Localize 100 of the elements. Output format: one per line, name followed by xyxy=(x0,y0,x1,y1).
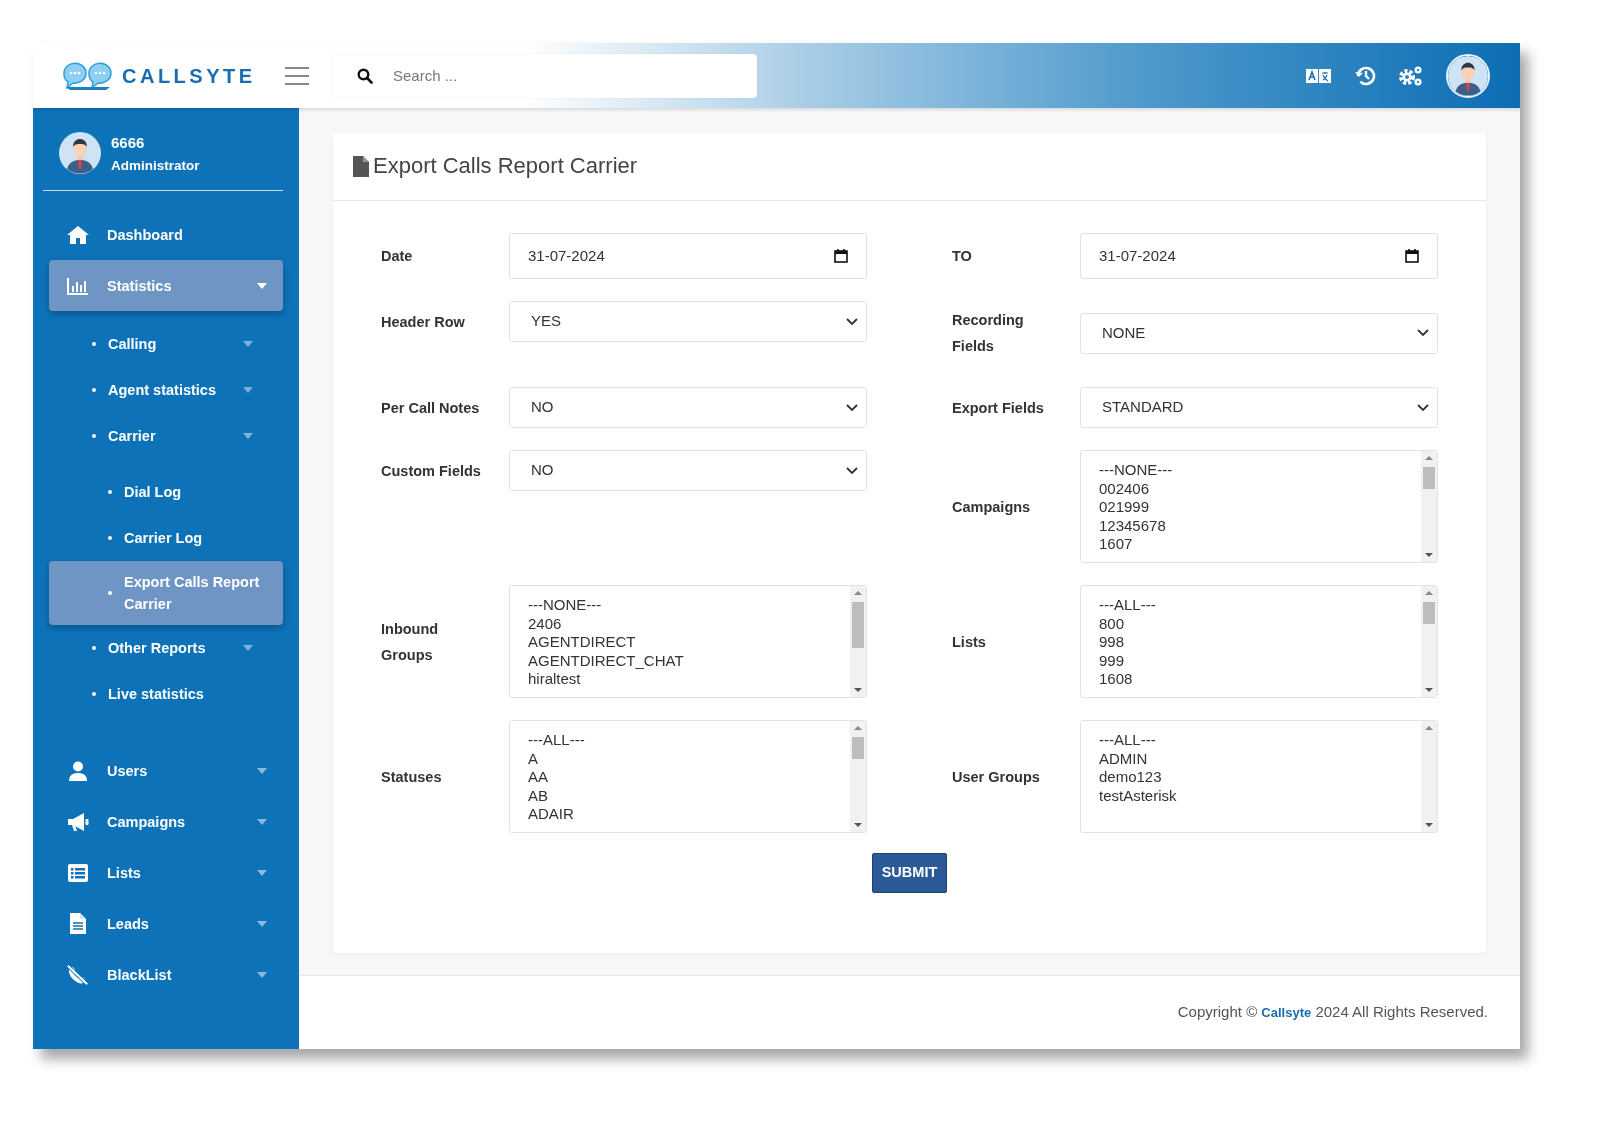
bullet-icon xyxy=(92,388,96,393)
submenu-item[interactable]: Agent statistics xyxy=(49,367,283,414)
list-option[interactable]: AA xyxy=(528,768,832,787)
sidebar-item[interactable]: BlackList xyxy=(49,949,283,1001)
document-icon xyxy=(67,913,89,935)
brand-link[interactable]: Callsyte xyxy=(1261,1005,1312,1021)
submenu-item[interactable]: Other Reports xyxy=(49,625,283,672)
chevron-icon xyxy=(846,403,858,412)
submenu-item[interactable]: Carrier Log xyxy=(49,515,283,562)
user-name: 6666 xyxy=(111,133,146,153)
list-option[interactable]: AGENTDIRECT_CHAT xyxy=(528,651,832,670)
field-label: Custom Fields xyxy=(381,461,481,481)
list-box[interactable]: ---ALL--- A AA AB ADAIR xyxy=(509,720,867,833)
list-option[interactable]: AB xyxy=(528,786,832,805)
chevron-icon xyxy=(846,466,858,475)
field-label: Date xyxy=(381,247,413,266)
submit-button[interactable]: SUBMIT xyxy=(871,853,948,893)
select-field[interactable]: NO xyxy=(509,387,867,428)
date-field[interactable]: 31-07-2024 xyxy=(1080,233,1438,279)
sidebar-item[interactable]: Dashboard xyxy=(49,209,283,261)
avatar[interactable] xyxy=(1446,53,1490,98)
field-label: TO xyxy=(952,247,972,266)
list-option[interactable]: ADMIN xyxy=(1099,749,1403,768)
bullet-icon xyxy=(108,591,112,596)
megaphone-icon xyxy=(67,811,89,832)
list-option[interactable]: ADAIR xyxy=(528,805,832,824)
list-option[interactable]: AGENTDIRECT xyxy=(528,633,832,652)
copyright-text: Copyright © Callsyte 2024 All Rights Reserved. xyxy=(1177,1002,1488,1023)
field-label: User Groups xyxy=(952,767,1040,787)
submenu-item[interactable]: Live statistics xyxy=(49,671,283,718)
scrollbar[interactable] xyxy=(1421,451,1437,562)
search-field[interactable]: Search ... xyxy=(333,53,757,98)
bullet-icon xyxy=(108,490,112,495)
phone-slash-icon xyxy=(67,963,89,986)
scrollbar[interactable] xyxy=(850,721,866,832)
translate-icon[interactable] xyxy=(1306,67,1332,84)
user-role: Administrator xyxy=(111,157,200,175)
field-label: Per Call Notes xyxy=(381,398,480,418)
field-label: Lists xyxy=(952,632,986,652)
bullet-icon xyxy=(92,646,96,651)
chevron-icon xyxy=(1417,329,1429,337)
list-icon xyxy=(67,863,89,882)
bullet-icon xyxy=(92,434,96,439)
list-option[interactable]: ---NONE--- xyxy=(528,596,832,615)
history-icon[interactable] xyxy=(1354,64,1376,87)
sidebar-item[interactable]: Leads xyxy=(49,898,283,950)
field-label: Campaigns xyxy=(952,497,1031,517)
menu-button[interactable] xyxy=(285,66,309,85)
list-option[interactable]: 021999 xyxy=(1099,498,1403,517)
scrollbar[interactable] xyxy=(1421,721,1437,832)
date-field[interactable]: 31-07-2024 xyxy=(509,233,867,279)
list-option[interactable]: ---ALL--- xyxy=(1099,731,1403,750)
bar-chart-icon xyxy=(67,276,89,295)
scrollbar[interactable] xyxy=(850,586,866,697)
list-option[interactable]: 2406 xyxy=(528,614,832,633)
chevron-icon xyxy=(1417,403,1429,412)
list-option[interactable]: ---ALL--- xyxy=(528,731,832,750)
settings-icon[interactable] xyxy=(1398,64,1424,87)
select-field[interactable]: YES xyxy=(509,301,867,342)
list-option[interactable]: ---NONE--- xyxy=(1099,461,1403,480)
logo-icon xyxy=(62,60,114,91)
list-option[interactable]: ---ALL--- xyxy=(1099,596,1403,615)
bullet-icon xyxy=(108,536,112,541)
page-title: Export Calls Report Carrier xyxy=(373,153,638,180)
field-label: Header Row xyxy=(381,312,465,332)
select-field[interactable]: NO xyxy=(509,450,867,491)
submenu-item[interactable]: Calling xyxy=(49,321,283,368)
list-box[interactable]: ---ALL--- 800 998 999 1608 xyxy=(1080,585,1438,698)
bullet-icon xyxy=(92,692,96,697)
list-option[interactable]: demo123 xyxy=(1099,768,1403,787)
select-field[interactable]: NONE xyxy=(1080,312,1438,354)
list-option[interactable]: 998 xyxy=(1099,633,1403,652)
list-option[interactable]: 999 xyxy=(1099,651,1403,670)
list-option[interactable]: 1608 xyxy=(1099,670,1403,689)
select-field[interactable]: STANDARD xyxy=(1080,387,1438,428)
submenu-item[interactable]: Carrier xyxy=(49,413,283,460)
list-option[interactable]: A xyxy=(528,749,832,768)
list-option[interactable]: hiraltest xyxy=(528,670,832,689)
list-box[interactable]: ---ALL--- ADMIN demo123 testAsterisk xyxy=(1080,720,1438,833)
submenu-item[interactable]: Dial Log xyxy=(49,469,283,516)
list-option[interactable]: 1607 xyxy=(1099,535,1403,554)
list-option[interactable]: testAsterisk xyxy=(1099,786,1403,805)
list-box[interactable]: ---NONE--- 002406 021999 12345678 1607 xyxy=(1080,450,1438,563)
calendar-icon[interactable] xyxy=(1405,249,1419,263)
list-option[interactable]: 12345678 xyxy=(1099,516,1403,535)
bullet-icon xyxy=(92,342,96,347)
user-icon xyxy=(67,760,89,781)
list-box[interactable]: ---NONE--- 2406 AGENTDIRECT AGENTDIRECT_CHAT hiraltest xyxy=(509,585,867,698)
calendar-icon[interactable] xyxy=(834,249,848,263)
avatar xyxy=(59,132,101,175)
document-icon xyxy=(353,156,369,177)
list-option[interactable]: 800 xyxy=(1099,614,1403,633)
list-option[interactable]: 002406 xyxy=(1099,479,1403,498)
field-label: Statuses xyxy=(381,767,442,787)
scrollbar[interactable] xyxy=(1421,586,1437,697)
sidebar-item[interactable]: Lists xyxy=(49,847,283,899)
chevron-icon xyxy=(846,317,858,326)
sidebar-item[interactable]: Campaigns xyxy=(49,796,283,848)
sidebar-item[interactable]: Users xyxy=(49,745,283,797)
field-label: Export Fields xyxy=(952,398,1044,418)
